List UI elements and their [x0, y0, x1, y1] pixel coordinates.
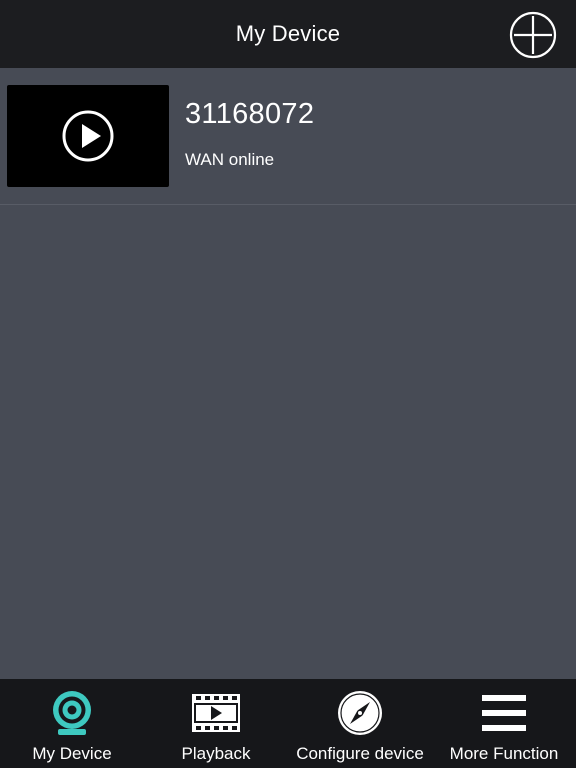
- menu-icon: [478, 689, 530, 737]
- device-row[interactable]: 31168072 WAN online: [0, 68, 576, 205]
- tab-more-function[interactable]: More Function: [432, 679, 576, 768]
- webcam-icon: [46, 689, 98, 737]
- tab-playback[interactable]: Playback: [144, 679, 288, 768]
- play-circle-icon[interactable]: [62, 110, 114, 162]
- tab-configure-device[interactable]: Configure device: [288, 679, 432, 768]
- device-status: WAN online: [185, 150, 275, 169]
- device-thumbnail[interactable]: [7, 85, 169, 187]
- plus-circle-icon: [509, 11, 557, 59]
- device-list: 31168072 WAN online: [0, 68, 576, 205]
- film-play-icon: [190, 689, 242, 737]
- device-name: 31168072: [185, 98, 315, 130]
- tab-label: My Device: [32, 744, 112, 763]
- top-bar: My Device: [0, 0, 576, 68]
- tab-label: More Function: [449, 744, 559, 763]
- compass-icon: [334, 689, 386, 737]
- page-title: My Device: [235, 21, 341, 46]
- add-device-button[interactable]: [509, 11, 557, 59]
- tab-label: Configure device: [296, 744, 424, 763]
- bottom-tab-bar: My Device Playback Configure device More…: [0, 679, 576, 768]
- tab-label: Playback: [181, 744, 251, 763]
- tab-my-device[interactable]: My Device: [0, 679, 144, 768]
